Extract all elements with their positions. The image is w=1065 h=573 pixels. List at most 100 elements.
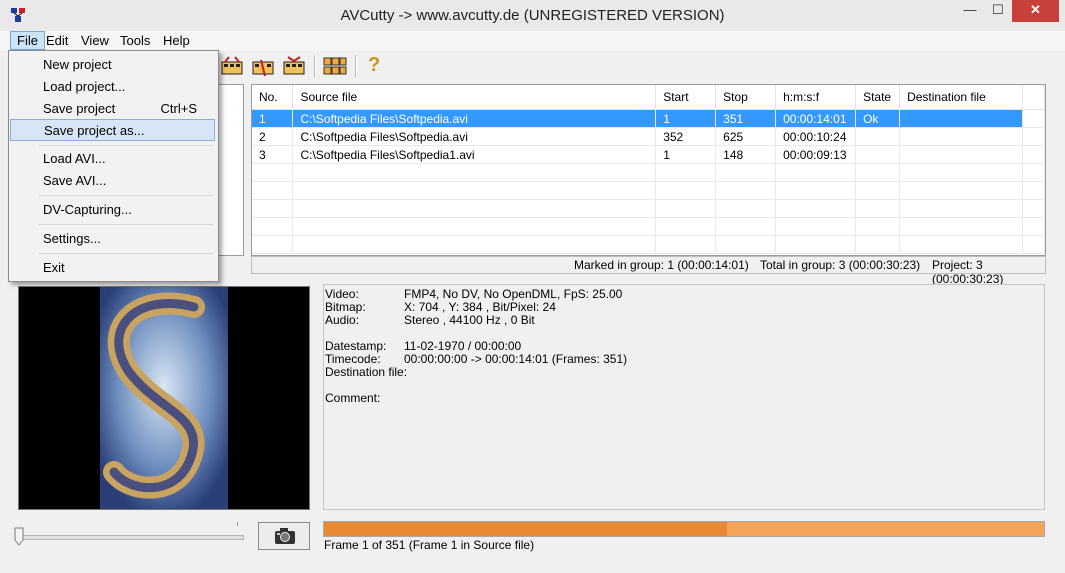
clip-table[interactable]: No. Source file Start Stop h:m:s:f State… [251,84,1046,256]
cell: 352 [655,127,717,146]
menu-settings[interactable]: Settings... [10,228,215,250]
progress-bar [323,521,1045,537]
menu-help[interactable]: Help [157,31,196,50]
film-cut-icon[interactable] [220,56,244,76]
grid-view-icon[interactable] [323,56,347,76]
menu-view[interactable]: View [75,31,115,50]
toolbar-separator [314,55,316,77]
video-label: Video: [325,287,359,301]
menu-item-label: Load project... [43,79,126,94]
menu-separator [39,253,213,254]
cell [899,109,1023,128]
cell: 351 [715,109,777,128]
cell [855,145,901,164]
comment-label: Comment: [325,391,381,405]
table-row-empty [252,235,1045,254]
frame-slider-thumb[interactable] [14,527,24,546]
menu-separator [39,224,213,225]
video-preview [18,286,310,510]
menu-save-avi[interactable]: Save AVI... [10,170,215,192]
status-row: Marked in group: 1 (00:00:14:01) Total i… [251,256,1046,286]
cell: 2 [252,127,294,146]
menu-item-label: Save AVI... [43,173,107,188]
bitmap-value: X: 704 , Y: 384 , Bit/Pixel: 24 [404,300,556,314]
slider-tick [237,522,238,526]
menu-item-label: Exit [43,260,65,275]
col-header-start[interactable]: Start [655,85,717,110]
toolbar-separator [355,55,357,77]
col-header-filler [1022,85,1045,110]
film-join-icon[interactable] [282,56,306,76]
status-total: Total in group: 3 (00:00:30:23) [760,258,921,272]
cell: 1 [252,109,294,128]
cell: 00:00:14:01 [775,109,857,128]
menu-exit[interactable]: Exit [10,257,215,279]
timecode-value: 00:00:00:00 -> 00:00:14:01 (Frames: 351) [404,352,628,366]
menu-separator [39,195,213,196]
menu-item-label: Load AVI... [43,151,106,166]
col-header-hmsf[interactable]: h:m:s:f [775,85,857,110]
bitmap-label: Bitmap: [325,300,366,314]
datestamp-value: 11-02-1970 / 00:00:00 [404,339,522,353]
table-row[interactable]: 3 C:\Softpedia Files\Softpedia1.avi 1 14… [252,145,1045,164]
menu-item-label: New project [43,57,112,72]
destination-label: Destination file: [325,365,408,379]
menu-tools[interactable]: Tools [114,31,156,50]
cell: 1 [655,145,717,164]
help-icon[interactable]: ? [368,54,380,77]
minimize-button[interactable]: — [956,0,984,22]
col-header-state[interactable]: State [855,85,901,110]
cell: 3 [252,145,294,164]
frame-slider-track[interactable] [18,535,244,540]
timecode-label: Timecode: [325,352,381,366]
col-header-destination[interactable]: Destination file [899,85,1023,110]
audio-label: Audio: [325,313,360,327]
cell [899,127,1023,146]
cell: 00:00:09:13 [775,145,857,164]
table-row-empty [252,217,1045,236]
cell: 1 [655,109,717,128]
table-row-empty [252,163,1045,182]
video-value: FMP4, No DV, No OpenDML, FpS: 25.00 [404,287,623,301]
status-marked: Marked in group: 1 (00:00:14:01) [574,258,749,272]
menu-save-project-as[interactable]: Save project as... [10,119,215,141]
table-row-empty [252,199,1045,218]
menu-dv-capturing[interactable]: DV-Capturing... [10,199,215,221]
menu-load-project[interactable]: Load project... [10,76,215,98]
status-project: Project: 3 (00:00:30:23) [932,258,1004,286]
film-split-icon[interactable] [251,56,275,76]
menu-load-avi[interactable]: Load AVI... [10,148,215,170]
file-menu-dropdown: New project Load project... Save project… [8,50,219,282]
col-header-source[interactable]: Source file [292,85,657,110]
menu-edit[interactable]: Edit [40,31,74,50]
cell: Ok [855,109,901,128]
cell: 00:00:10:24 [775,127,857,146]
menu-item-label: Settings... [43,231,101,246]
cell: 625 [715,127,777,146]
table-header-row: No. Source file Start Stop h:m:s:f State… [252,85,1045,110]
cell: C:\Softpedia Files\Softpedia.avi [292,109,657,128]
menu-new-project[interactable]: New project [10,54,215,76]
menu-item-label: DV-Capturing... [43,202,132,217]
progress-fill [324,522,728,536]
table-row[interactable]: 1 C:\Softpedia Files\Softpedia.avi 1 351… [252,109,1045,128]
menu-save-project[interactable]: Save project Ctrl+S [10,98,215,120]
col-header-stop[interactable]: Stop [715,85,777,110]
cell [855,127,901,146]
datestamp-label: Datestamp: [325,339,387,353]
col-header-no[interactable]: No. [252,85,294,110]
cell [1022,145,1045,164]
cell: C:\Softpedia Files\Softpedia.avi [292,127,657,146]
maximize-button[interactable]: ☐ [984,0,1012,22]
camera-icon [275,528,295,544]
close-button[interactable]: ✕ [1012,0,1059,22]
menu-item-label: Save project as... [44,123,145,138]
table-row-empty [252,181,1045,200]
cell: C:\Softpedia Files\Softpedia1.avi [292,145,657,164]
table-row[interactable]: 2 C:\Softpedia Files\Softpedia.avi 352 6… [252,127,1045,146]
snapshot-button[interactable] [258,522,310,550]
menu-item-shortcut: Ctrl+S [160,101,197,116]
frame-position-text: Frame 1 of 351 (Frame 1 in Source file) [324,538,535,552]
cell [1022,109,1045,128]
window-title: AVCutty -> www.avcutty.de (UNREGISTERED … [340,7,725,24]
